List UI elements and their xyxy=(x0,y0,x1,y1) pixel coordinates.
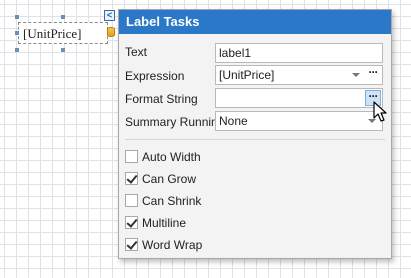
database-binding-icon xyxy=(107,27,115,37)
mouse-cursor-icon xyxy=(373,101,387,122)
text-input[interactable]: label1 xyxy=(215,43,383,63)
resize-handle-top-middle[interactable] xyxy=(61,15,65,19)
checkbox-label: Auto Width xyxy=(142,150,201,164)
text-field-label: Text xyxy=(125,45,148,59)
label-tasks-panel: Label Tasks Text label1 Expression [Unit… xyxy=(118,9,392,259)
smart-tag-toggle-icon[interactable]: < xyxy=(104,10,115,21)
summary-running-field-label: Summary Running xyxy=(125,115,225,129)
summary-running-combo[interactable]: None xyxy=(215,111,383,131)
checkbox-label: Word Wrap xyxy=(142,238,203,252)
label-control-text: [UnitPrice] xyxy=(23,26,82,41)
resize-handle-middle-left[interactable] xyxy=(15,31,19,35)
checkbox-label: Can Grow xyxy=(142,172,197,186)
checkbox-box[interactable] xyxy=(125,150,138,163)
expression-field-label: Expression xyxy=(125,69,185,83)
checkbox-box[interactable] xyxy=(125,216,138,229)
resize-handle-bottom-left[interactable] xyxy=(15,48,19,52)
panel-title: Label Tasks xyxy=(119,10,391,34)
divider xyxy=(125,139,385,140)
checkbox-box[interactable] xyxy=(125,194,138,207)
label-control[interactable]: [UnitPrice] xyxy=(18,22,108,44)
checkbox-box[interactable] xyxy=(125,238,138,251)
resize-handle-bottom-middle[interactable] xyxy=(61,48,65,52)
expression-combo[interactable]: [UnitPrice] ··· xyxy=(215,65,383,85)
checkbox-box[interactable] xyxy=(125,172,138,185)
format-string-input[interactable]: ··· xyxy=(215,88,383,108)
expression-ellipsis-button[interactable]: ··· xyxy=(365,66,381,83)
chevron-down-icon[interactable] xyxy=(352,73,360,77)
expression-value: [UnitPrice] xyxy=(219,68,275,82)
checkbox-label: Can Shrink xyxy=(142,194,202,208)
summary-running-value: None xyxy=(219,114,248,128)
checkbox-label: Multiline xyxy=(142,216,187,230)
format-string-field-label: Format String xyxy=(125,92,198,106)
resize-handle-top-left[interactable] xyxy=(15,15,19,19)
